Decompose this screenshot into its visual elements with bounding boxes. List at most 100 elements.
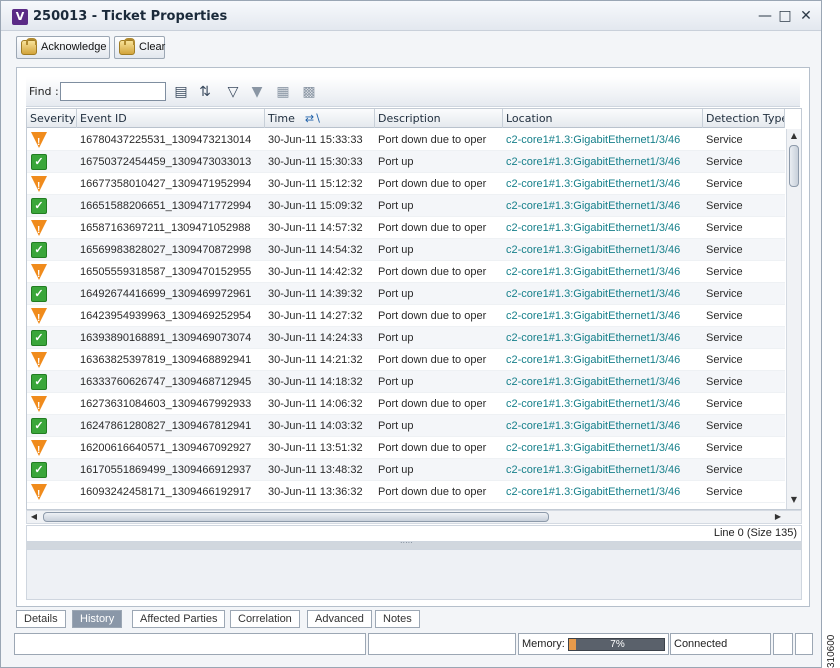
close-icon[interactable]: ✕ [798,8,814,24]
description-cell: Port down due to oper [378,134,487,146]
detection-type-cell: Service [706,442,743,454]
severity-cell: ✓ [27,459,77,481]
table-row[interactable]: 16587163697211_1309471052988 30-Jun-11 14… [27,217,785,239]
severity-warning-icon [31,396,47,415]
location-cell: c2-core1#1.3:GigabitEthernet1/3/46 [506,442,681,454]
sort-az-icon[interactable]: ⇅ [196,83,214,101]
save-table-icon[interactable]: ▤ [172,83,190,101]
window-title: 250013 - Ticket Properties [33,9,228,24]
find-input[interactable] [60,82,166,101]
severity-cell [27,393,77,415]
maximize-icon[interactable]: □ [777,8,793,24]
description-cell: Port down due to oper [378,486,487,498]
table-row[interactable]: 16505559318587_1309470152955 30-Jun-11 14… [27,261,785,283]
severity-warning-icon [31,352,47,371]
severity-cell [27,261,77,283]
time-cell: 30-Jun-11 14:54:32 [268,244,363,256]
filter-clear-icon[interactable]: ▼ [248,83,266,101]
location-cell: c2-core1#1.3:GigabitEthernet1/3/46 [506,310,681,322]
event-id-cell: 16333760626747_1309468712945 [80,376,252,388]
toolbar: Acknowledge Clear [1,32,821,62]
column-header-description[interactable]: Description [375,109,503,128]
column-header-detection-type[interactable]: Detection Type [703,109,785,128]
severity-ok-icon: ✓ [31,462,47,478]
time-cell: 30-Jun-11 14:57:32 [268,222,363,234]
tab-details[interactable]: Details [16,610,66,628]
tab-advanced[interactable]: Advanced [307,610,372,628]
minimize-icon[interactable]: — [757,8,773,24]
table-row[interactable]: ✓ 16170551869499_1309466912937 30-Jun-11 1… [27,459,785,481]
severity-cell [27,437,77,459]
line-status: Line 0 (Size 135) [26,525,802,542]
table-row[interactable]: ✓ 16569983828027_1309470872998 30-Jun-11 1… [27,239,785,261]
acknowledge-button[interactable]: Acknowledge [16,36,110,59]
table-row[interactable]: ✓ 16333760626747_1309468712945 30-Jun-11 1… [27,371,785,393]
description-cell: Port down due to oper [378,266,487,278]
table-row[interactable]: 16677358010427_1309471952994 30-Jun-11 15… [27,173,785,195]
title-bar[interactable]: V 250013 - Ticket Properties — □ ✕ [1,1,821,31]
columns-icon[interactable]: ▦ [274,83,292,101]
table-row[interactable]: ✓ 16393890168891_1309469073074 30-Jun-11 1… [27,327,785,349]
description-cell: Port down due to oper [378,310,487,322]
clear-button[interactable]: Clear [114,36,165,59]
table-row[interactable]: ✓ 16247861280827_1309467812941 30-Jun-11 1… [27,415,785,437]
table-row[interactable]: 16423954939963_1309469252954 30-Jun-11 14… [27,305,785,327]
scroll-up-icon[interactable]: ▲ [787,129,801,143]
location-cell: c2-core1#1.3:GigabitEthernet1/3/46 [506,200,681,212]
table-row[interactable]: 16273631084603_1309467992933 30-Jun-11 14… [27,393,785,415]
time-cell: 30-Jun-11 15:33:33 [268,134,363,146]
tab-affected-parties[interactable]: Affected Parties [132,610,226,628]
export-icon[interactable]: ▩ [300,83,318,101]
table-row[interactable]: 16200616640571_1309467092927 30-Jun-11 13… [27,437,785,459]
memory-indicator: Memory: 7% [518,633,669,655]
scroll-down-icon[interactable]: ▼ [787,493,801,507]
tab-correlation[interactable]: Correlation [230,610,300,628]
event-id-cell: 16393890168891_1309469073074 [80,332,252,344]
column-header-location[interactable]: Location [503,109,703,128]
table-row[interactable]: 16780437225531_1309473213014 30-Jun-11 15… [27,129,785,151]
table-header: Severity Event ID Time ⇄∖ Description Loc… [27,109,785,128]
vertical-scrollbar[interactable]: ▲ ▼ [786,129,801,509]
severity-cell: ✓ [27,415,77,437]
time-cell: 30-Jun-11 14:27:32 [268,310,363,322]
table-row[interactable]: 16363825397819_1309468892941 30-Jun-11 14… [27,349,785,371]
event-id-cell: 16423954939963_1309469252954 [80,310,252,322]
column-header-event-id[interactable]: Event ID [77,109,265,128]
pane-splitter[interactable] [26,536,802,549]
clear-icon [119,38,135,55]
location-cell: c2-core1#1.3:GigabitEthernet1/3/46 [506,354,681,366]
column-header-severity[interactable]: Severity [27,109,77,128]
detection-type-cell: Service [706,310,743,322]
detection-type-cell: Service [706,376,743,388]
event-id-cell: 16651588206651_1309471772994 [80,200,252,212]
severity-cell: ✓ [27,283,77,305]
tab-notes[interactable]: Notes [375,610,420,628]
location-cell: c2-core1#1.3:GigabitEthernet1/3/46 [506,398,681,410]
horizontal-scroll-thumb[interactable] [43,512,549,522]
table-row[interactable]: ✓ 16750372454459_1309473033013 30-Jun-11 1… [27,151,785,173]
horizontal-scrollbar[interactable]: ◀ ▶ [26,510,802,524]
status-info [368,633,516,655]
time-cell: 30-Jun-11 15:12:32 [268,178,363,190]
description-cell: Port up [378,332,414,344]
table-row[interactable]: ✓ 16651588206651_1309471772994 30-Jun-11 1… [27,195,785,217]
severity-warning-icon [31,176,47,195]
tab-history[interactable]: History [72,610,123,628]
vertical-scroll-thumb[interactable] [789,145,799,187]
severity-ok-icon: ✓ [31,242,47,258]
detection-type-cell: Service [706,266,743,278]
table-row[interactable]: ✓ 16492674416699_1309469972961 30-Jun-11 1… [27,283,785,305]
column-header-time[interactable]: Time ⇄∖ [265,109,375,128]
scroll-left-icon[interactable]: ◀ [27,511,41,523]
scroll-right-icon[interactable]: ▶ [771,511,785,523]
event-id-cell: 16780437225531_1309473213014 [80,134,252,146]
table-row[interactable]: 16093242458171_1309466192917 30-Jun-11 13… [27,481,785,503]
time-cell: 30-Jun-11 13:36:32 [268,486,363,498]
event-id-cell: 16273631084603_1309467992933 [80,398,252,410]
time-cell: 30-Jun-11 14:21:32 [268,354,363,366]
event-id-cell: 16170551869499_1309466912937 [80,464,252,476]
filter-icon[interactable]: ▽ [224,83,242,101]
memory-bar: 7% [568,638,665,651]
event-id-cell: 16750372454459_1309473033013 [80,156,252,168]
severity-cell: ✓ [27,371,77,393]
